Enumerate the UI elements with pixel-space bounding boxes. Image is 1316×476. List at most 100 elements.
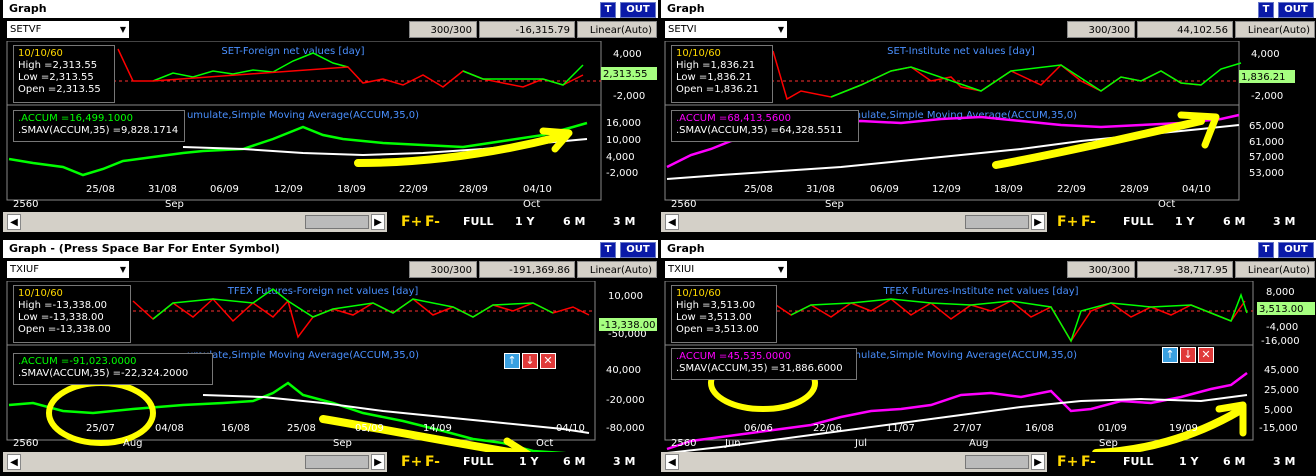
info-high: High =1,836.21 xyxy=(676,60,756,71)
info-low: Low =2,313.55 xyxy=(18,72,94,83)
scale-cell[interactable]: Linear(Auto) xyxy=(1235,21,1315,38)
3m-button[interactable]: 3 M xyxy=(1273,452,1295,472)
panel-toolbar: SETVF ▼ 300/300 -16,315.79 Linear(Auto) xyxy=(3,19,658,41)
out-button[interactable]: OUT xyxy=(1278,2,1314,18)
1y-button[interactable]: 1 Y xyxy=(1179,452,1198,472)
horizontal-scrollbar[interactable]: ◀ ▶ F+ F- FULL 1 Y 6 M 3 M xyxy=(661,452,1316,472)
month-label: Sep xyxy=(1099,438,1118,449)
scroll-left-arrow[interactable]: ◀ xyxy=(665,454,679,470)
zoom-out-button[interactable]: F- xyxy=(425,212,440,232)
ohlc-info-box: 10/10/60 High =-13,338.00 Low =-13,338.0… xyxy=(13,285,131,343)
month-label: Sep xyxy=(165,199,184,210)
close-icon[interactable]: ✕ xyxy=(540,353,556,369)
zoom-bar: F+ F- FULL 1 Y 6 M 3 M xyxy=(1047,452,1316,472)
scroll-left-arrow[interactable]: ◀ xyxy=(7,454,21,470)
move-down-icon[interactable]: ↓ xyxy=(522,353,538,369)
smav-value: .SMAV(ACCUM,35) =64,328.5511 xyxy=(676,125,843,136)
1y-button[interactable]: 1 Y xyxy=(515,212,534,232)
date-tick: 28/09 xyxy=(1120,184,1149,195)
zoom-in-button[interactable]: F+ xyxy=(401,452,422,472)
6m-button[interactable]: 6 M xyxy=(563,212,585,232)
top-tick-3: -16,000 xyxy=(1261,336,1300,347)
full-button[interactable]: FULL xyxy=(463,212,493,232)
scroll-left-arrow[interactable]: ◀ xyxy=(7,214,21,230)
ohlc-info-box: 10/10/60 High =3,513.00 Low =3,513.00 Op… xyxy=(671,285,777,343)
date-tick: 04/08 xyxy=(155,423,184,434)
1y-button[interactable]: 1 Y xyxy=(1175,212,1194,232)
chart-panel-txiui: Graph T OUT TXIUI ▼ 300/300 -38,717.95 Li… xyxy=(661,240,1316,476)
move-up-icon[interactable]: ↑ xyxy=(504,353,520,369)
top-pane-label: SET-Foreign net values [day] xyxy=(221,46,364,57)
accum-info-box: .ACCUM =16,499.1000 .SMAV(ACCUM,35) =9,8… xyxy=(13,110,185,142)
scale-cell[interactable]: Linear(Auto) xyxy=(1235,261,1315,278)
scroll-thumb[interactable] xyxy=(965,455,1029,469)
net-value-up-line-2 xyxy=(462,64,584,86)
3m-button[interactable]: 3 M xyxy=(613,212,635,232)
bottom-tick-1: 16,000 xyxy=(606,118,641,129)
scroll-right-arrow[interactable]: ▶ xyxy=(371,454,385,470)
out-button[interactable]: OUT xyxy=(620,2,656,18)
scroll-thumb[interactable] xyxy=(305,215,369,229)
symbol-select[interactable]: SETVI ▼ xyxy=(665,21,787,38)
horizontal-scrollbar[interactable]: ◀ ▶ F+ F- FULL 1 Y 6 M 3 M xyxy=(3,212,658,232)
date-tick: 22/06 xyxy=(813,423,842,434)
zoom-in-button[interactable]: F+ xyxy=(401,212,422,232)
scroll-right-arrow[interactable]: ▶ xyxy=(371,214,385,230)
3m-button[interactable]: 3 M xyxy=(1273,212,1295,232)
move-up-icon[interactable]: ↑ xyxy=(1162,347,1178,363)
zoom-bar: F+ F- FULL 1 Y 6 M 3 M xyxy=(387,212,658,232)
full-button[interactable]: FULL xyxy=(1123,452,1153,472)
zoom-out-button[interactable]: F- xyxy=(1081,212,1096,232)
scroll-left-arrow[interactable]: ◀ xyxy=(665,214,679,230)
6m-button[interactable]: 6 M xyxy=(563,452,585,472)
bottom-tick-2: 10,000 xyxy=(606,135,641,146)
bottom-tick-1: 45,000 xyxy=(1264,365,1299,376)
t-button[interactable]: T xyxy=(1258,2,1274,18)
6m-button[interactable]: 6 M xyxy=(1223,212,1245,232)
3m-button[interactable]: 3 M xyxy=(613,452,635,472)
close-icon[interactable]: ✕ xyxy=(1198,347,1214,363)
month-label: Jul xyxy=(855,438,868,449)
t-button[interactable]: T xyxy=(1258,242,1274,258)
ohlc-info-box: 10/10/60 High =1,836.21 Low =1,836.21 Op… xyxy=(671,45,773,103)
info-low: Low =1,836.21 xyxy=(676,72,752,83)
out-button[interactable]: OUT xyxy=(620,242,656,258)
scroll-right-arrow[interactable]: ▶ xyxy=(1031,454,1045,470)
full-button[interactable]: FULL xyxy=(463,452,493,472)
zoom-in-button[interactable]: F+ xyxy=(1057,212,1078,232)
scale-cell[interactable]: Linear(Auto) xyxy=(577,261,657,278)
t-button[interactable]: T xyxy=(600,242,616,258)
top-tick-1: 4,000 xyxy=(613,49,642,60)
6m-button[interactable]: 6 M xyxy=(1223,452,1245,472)
date-tick: 01/09 xyxy=(1098,423,1127,434)
full-button[interactable]: FULL xyxy=(1123,212,1153,232)
month-label: Sep xyxy=(825,199,844,210)
zoom-out-button[interactable]: F- xyxy=(1081,452,1096,472)
top-tick-2: -2,000 xyxy=(613,91,645,102)
top-pane-label: TFEX Futures-Foreign net values [day] xyxy=(227,286,419,297)
t-button[interactable]: T xyxy=(600,2,616,18)
zoom-in-button[interactable]: F+ xyxy=(1057,452,1078,472)
symbol-value: TXIUF xyxy=(10,264,39,275)
year-label: 2560 xyxy=(13,199,38,210)
symbol-select[interactable]: TXIUF ▼ xyxy=(7,261,129,278)
scale-cell[interactable]: Linear(Auto) xyxy=(577,21,657,38)
move-down-icon[interactable]: ↓ xyxy=(1180,347,1196,363)
bottom-tick-3: 4,000 xyxy=(606,152,635,163)
symbol-select[interactable]: TXIUI ▼ xyxy=(665,261,787,278)
date-tick: 04/10 xyxy=(1182,184,1211,195)
symbol-select[interactable]: SETVF ▼ xyxy=(7,21,129,38)
horizontal-scrollbar[interactable]: ◀ ▶ F+ F- FULL 1 Y 6 M 3 M xyxy=(3,452,658,472)
scroll-thumb[interactable] xyxy=(965,215,1029,229)
scroll-right-arrow[interactable]: ▶ xyxy=(1031,214,1045,230)
count-cell: 300/300 xyxy=(409,21,477,38)
horizontal-scrollbar[interactable]: ◀ ▶ F+ F- FULL 1 Y 6 M 3 M xyxy=(661,212,1316,232)
info-open: Open =3,513.00 xyxy=(676,324,759,335)
accum-value: .ACCUM =68,413.5600 xyxy=(676,113,791,124)
zoom-out-button[interactable]: F- xyxy=(425,452,440,472)
scroll-thumb[interactable] xyxy=(305,455,369,469)
out-button[interactable]: OUT xyxy=(1278,242,1314,258)
1y-button[interactable]: 1 Y xyxy=(519,452,538,472)
bottom-pane-label: umulate,Simple Moving Average(ACCUM,35,0… xyxy=(845,110,1077,121)
date-tick: 18/09 xyxy=(337,184,366,195)
